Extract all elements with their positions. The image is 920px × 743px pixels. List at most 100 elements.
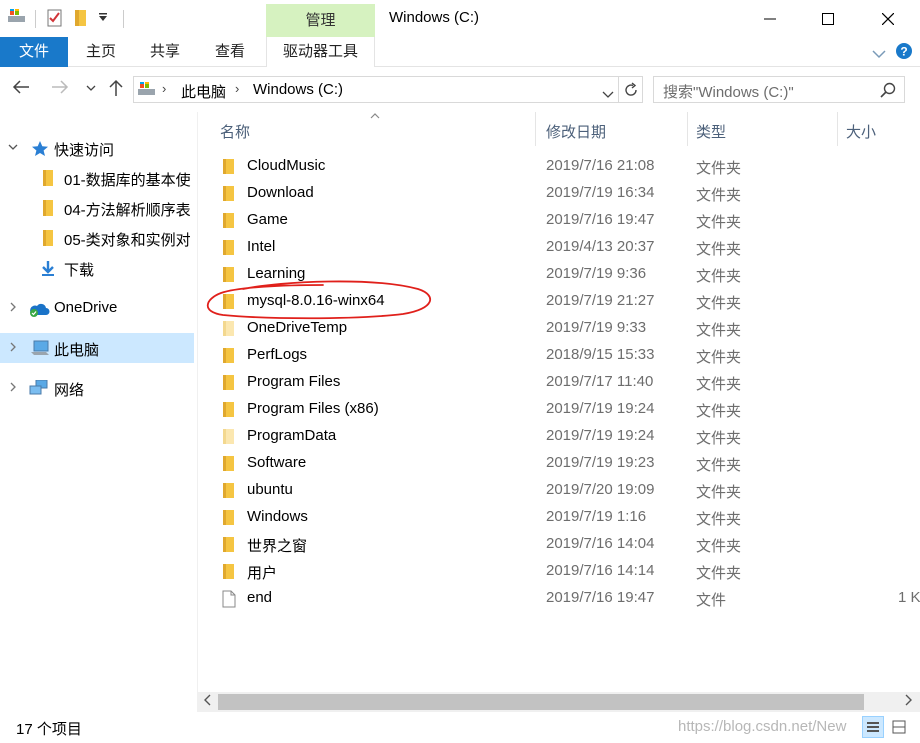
recent-locations-button[interactable]	[86, 84, 96, 92]
expand-ribbon-icon[interactable]	[872, 46, 886, 63]
large-icons-view-button[interactable]	[888, 716, 910, 738]
back-button[interactable]	[12, 79, 30, 95]
details-view-button[interactable]	[862, 716, 884, 738]
file-row[interactable]: Game 2019/7/16 19:47 文件夹	[198, 207, 920, 234]
nav-downloads[interactable]: 下载	[0, 253, 194, 283]
file-row[interactable]: PerfLogs 2018/9/15 15:33 文件夹	[198, 342, 920, 369]
folder-icon	[222, 212, 236, 233]
customize-quick-access-icon[interactable]	[98, 12, 108, 22]
tab-share[interactable]: 共享	[150, 37, 180, 67]
file-name: ProgramData	[247, 427, 337, 444]
file-row[interactable]: Windows 2019/7/19 1:16 文件夹	[198, 504, 920, 531]
file-name: PerfLogs	[247, 346, 308, 363]
nav-network[interactable]: 网络	[0, 373, 194, 403]
file-row[interactable]: Download 2019/7/19 16:34 文件夹	[198, 180, 920, 207]
folder-icon	[222, 158, 236, 179]
file-row[interactable]: 用户 2019/7/16 14:14 文件夹	[198, 558, 920, 585]
file-modified-date: 2019/4/13 20:37	[546, 238, 655, 255]
scroll-right-icon[interactable]	[904, 694, 912, 709]
folder-icon	[222, 401, 236, 422]
search-box[interactable]: 搜索"Windows (C:)"	[653, 76, 905, 103]
breadcrumb-this-pc[interactable]: 此电脑	[181, 81, 226, 102]
nav-onedrive[interactable]: OneDrive	[0, 293, 194, 323]
search-icon[interactable]	[880, 82, 896, 102]
close-icon	[882, 12, 894, 25]
new-folder-icon[interactable]	[74, 9, 88, 27]
maximize-button[interactable]	[798, 0, 858, 37]
close-button[interactable]	[858, 0, 918, 37]
nav-quick-access[interactable]: 快速访问	[0, 133, 194, 163]
forward-button[interactable]	[51, 79, 69, 95]
file-row[interactable]: 世界之窗 2019/7/16 14:04 文件夹	[198, 531, 920, 558]
column-header-name[interactable]: 名称	[198, 112, 536, 146]
properties-icon[interactable]	[47, 9, 63, 27]
tab-drive-tools[interactable]: 驱动器工具	[266, 37, 375, 67]
file-row[interactable]: Program Files (x86) 2019/7/19 19:24 文件夹	[198, 396, 920, 423]
file-type: 文件夹	[696, 349, 742, 366]
file-row[interactable]: Software 2019/7/19 19:23 文件夹	[198, 450, 920, 477]
file-row[interactable]: ubuntu 2019/7/20 19:09 文件夹	[198, 477, 920, 504]
file-name: Intel	[247, 238, 276, 255]
nav-this-pc[interactable]: 此电脑	[0, 333, 194, 363]
address-dropdown-icon[interactable]	[602, 86, 614, 103]
file-size: 1 K	[898, 589, 920, 606]
breadcrumb-drive[interactable]: Windows (C:)	[253, 81, 343, 98]
column-header-size[interactable]: 大小	[838, 112, 920, 146]
file-type: 文件夹	[696, 457, 742, 474]
file-row[interactable]: Program Files 2019/7/17 11:40 文件夹	[198, 369, 920, 396]
folder-icon	[222, 455, 236, 476]
file-name: Program Files (x86)	[247, 400, 379, 417]
file-modified-date: 2019/7/17 11:40	[546, 373, 654, 390]
refresh-button[interactable]	[619, 76, 643, 103]
file-name: Game	[247, 211, 288, 228]
address-bar[interactable]: › 此电脑 › Windows (C:)	[133, 76, 619, 103]
file-modified-date: 2019/7/20 19:09	[546, 481, 655, 498]
forward-arrow-icon	[52, 80, 69, 94]
file-type: 文件夹	[696, 160, 742, 177]
file-modified-date: 2019/7/19 19:24	[546, 427, 655, 444]
folder-icon	[42, 200, 54, 220]
horizontal-scrollbar[interactable]	[198, 692, 920, 712]
file-row[interactable]: ProgramData 2019/7/19 19:24 文件夹	[198, 423, 920, 450]
file-row[interactable]: Intel 2019/4/13 20:37 文件夹	[198, 234, 920, 261]
nav-label-downloads: 下载	[64, 262, 95, 279]
help-icon[interactable]: ?	[895, 42, 913, 64]
up-button[interactable]	[109, 79, 123, 97]
nav-label-this-pc: 此电脑	[54, 342, 100, 359]
minimize-icon	[764, 18, 776, 19]
file-type: 文件夹	[696, 376, 742, 393]
nav-quick-item[interactable]: 05-类对象和实例对	[0, 223, 194, 253]
title-bar: 管理 Windows (C:)	[0, 0, 920, 37]
file-modified-date: 2019/7/19 19:23	[546, 454, 655, 471]
file-row[interactable]: CloudMusic 2019/7/16 21:08 文件夹	[198, 153, 920, 180]
scrollbar-thumb[interactable]	[218, 694, 864, 710]
scroll-left-icon[interactable]	[204, 694, 212, 709]
column-header-modified[interactable]: 修改日期	[536, 112, 688, 146]
expand-chevron-icon[interactable]	[7, 381, 19, 396]
refresh-icon	[624, 81, 637, 96]
file-modified-date: 2019/7/16 14:04	[546, 535, 655, 552]
status-bar: 17 个项目 https://blog.csdn.net/New	[0, 712, 920, 743]
nav-quick-item[interactable]: 01-数据库的基本使	[0, 163, 194, 193]
expand-chevron-icon[interactable]	[7, 301, 19, 316]
breadcrumb-separator-icon[interactable]: ›	[162, 81, 166, 96]
nav-quick-item[interactable]: 04-方法解析顺序表	[0, 193, 194, 223]
tab-home[interactable]: 主页	[86, 37, 116, 67]
drive-icon[interactable]	[7, 9, 27, 25]
nav-label-onedrive: OneDrive	[54, 299, 118, 316]
breadcrumb-separator-icon[interactable]: ›	[235, 81, 239, 96]
window-title: Windows (C:)	[389, 9, 480, 26]
tab-file[interactable]: 文件	[0, 37, 68, 67]
file-modified-date: 2018/9/15 15:33	[546, 346, 655, 363]
file-row[interactable]: end 2019/7/16 19:47 文件 1 K	[198, 585, 920, 612]
column-header-type[interactable]: 类型	[688, 112, 838, 146]
expand-chevron-icon[interactable]	[7, 341, 19, 356]
file-modified-date: 2019/7/16 14:14	[546, 562, 655, 579]
file-name: OneDriveTemp	[247, 319, 348, 336]
column-type-label: 类型	[696, 124, 727, 141]
collapse-chevron-icon[interactable]	[7, 141, 19, 156]
tab-view[interactable]: 查看	[215, 37, 245, 67]
maximize-icon	[822, 12, 834, 25]
minimize-button[interactable]	[740, 0, 800, 37]
file-modified-date: 2019/7/19 9:36	[546, 265, 647, 282]
